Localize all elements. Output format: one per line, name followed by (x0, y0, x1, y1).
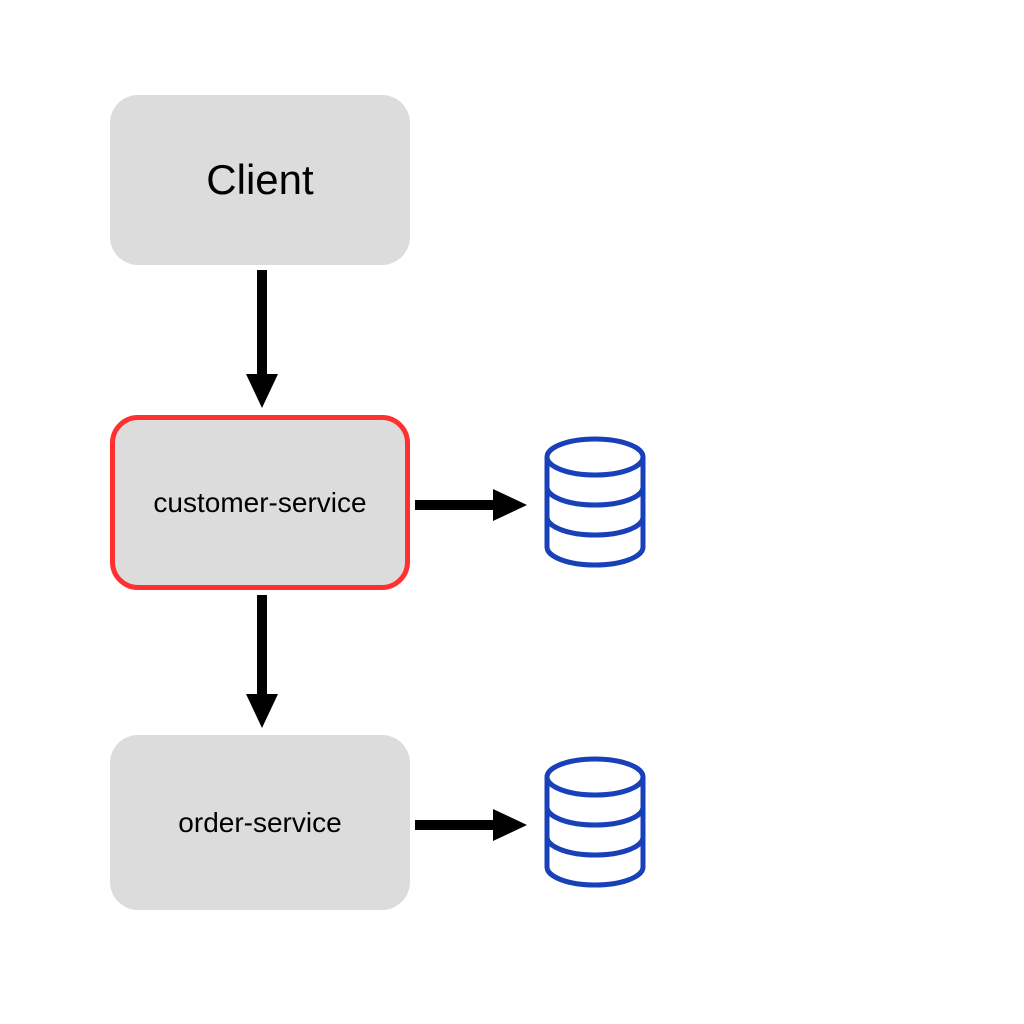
node-customer-service: customer-service (110, 415, 410, 590)
node-order-service-label: order-service (178, 807, 341, 839)
arrow-client-to-customer (242, 270, 282, 415)
node-customer-service-label: customer-service (153, 487, 366, 519)
database-icon (540, 435, 650, 575)
database-icon (540, 755, 650, 895)
node-client-label: Client (206, 156, 313, 204)
arrow-customer-to-db (415, 485, 530, 530)
node-client: Client (110, 95, 410, 265)
arrow-customer-to-order (242, 595, 282, 735)
arrow-order-to-db (415, 805, 530, 850)
node-order-service: order-service (110, 735, 410, 910)
